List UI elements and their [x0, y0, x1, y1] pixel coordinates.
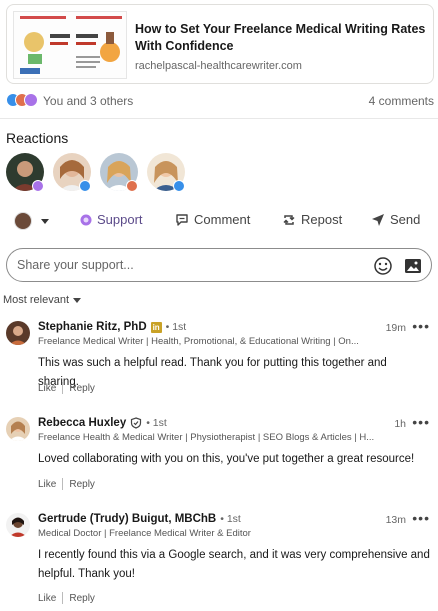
article-domain: rachelpascal-healthcarewriter.com — [135, 60, 302, 72]
reactions-heading: Reactions — [6, 130, 69, 146]
comment-actions: Like Reply — [38, 478, 95, 490]
comment-timestamp: 19m — [385, 322, 406, 334]
article-thumbnail — [13, 11, 127, 79]
avatar[interactable] — [6, 321, 30, 345]
sort-label: Most relevant — [3, 294, 70, 306]
reply-button[interactable]: Reply — [69, 383, 95, 394]
send-button[interactable]: Send — [371, 212, 420, 227]
comment-label: Comment — [194, 212, 251, 227]
image-icon[interactable] — [403, 256, 423, 276]
comment-actions: Like Reply — [38, 592, 95, 604]
comment-timestamp: 13m — [385, 514, 406, 526]
chevron-down-icon — [73, 297, 82, 303]
action-bar: Support Comment Repost Send — [0, 208, 438, 236]
like-reaction-icon — [79, 180, 91, 192]
like-reaction-icon — [173, 180, 185, 192]
divider — [62, 592, 64, 604]
love-reaction-icon — [126, 180, 138, 192]
commenter-headline: Freelance Health & Medical Writer | Phys… — [38, 432, 375, 443]
reaction-icons-stack[interactable] — [6, 93, 40, 109]
divider — [62, 382, 64, 394]
commenter-name[interactable]: Rebecca Huxley • 1st — [38, 417, 167, 429]
support-label: Support — [97, 212, 143, 227]
connection-degree: • 1st — [220, 513, 241, 525]
send-label: Send — [390, 212, 421, 227]
comment-input[interactable] — [17, 255, 357, 275]
linkedin-in-icon: in — [150, 321, 162, 333]
more-options-icon[interactable]: ••• — [412, 414, 430, 430]
support-reaction-icon — [24, 93, 38, 107]
send-icon — [372, 213, 384, 226]
more-options-icon[interactable]: ••• — [412, 510, 430, 526]
connection-degree: • 1st — [165, 321, 187, 333]
social-counts-row: You and 3 others 4 comments — [6, 92, 434, 110]
link-preview-card[interactable]: How to Set Your Freelance Medical Writin… — [6, 4, 434, 84]
like-button[interactable]: Like — [38, 593, 56, 604]
comments-count[interactable]: 4 comments — [369, 94, 434, 108]
repost-button[interactable]: Repost — [282, 212, 342, 227]
comment-text: I recently found this via a Google searc… — [38, 549, 430, 580]
divider — [62, 478, 64, 490]
reply-button[interactable]: Reply — [69, 479, 95, 490]
comment-sort-dropdown[interactable]: Most relevant — [3, 294, 82, 306]
comment-button[interactable]: Comment — [175, 212, 250, 227]
support-button[interactable]: Support — [80, 212, 143, 227]
emoji-icon[interactable] — [373, 256, 393, 276]
repost-icon — [283, 214, 295, 225]
more-options-icon[interactable]: ••• — [412, 318, 430, 334]
connection-degree: • 1st — [146, 417, 167, 429]
comment-item: Rebecca Huxley • 1st Freelance Health & … — [0, 414, 438, 497]
reply-button[interactable]: Reply — [69, 593, 95, 604]
article-title[interactable]: How to Set Your Freelance Medical Writin… — [135, 21, 430, 55]
reactors-summary[interactable]: You and 3 others — [43, 94, 133, 108]
reactor-avatars — [6, 153, 206, 195]
support-reaction-icon — [32, 180, 44, 192]
commenter-headline: Freelance Medical Writer | Health, Promo… — [38, 336, 359, 347]
support-icon — [80, 214, 92, 225]
comment-item: Gertrude (Trudy) Buigut, MBChB • 1st Med… — [0, 510, 438, 611]
comment-item: Stephanie Ritz, PhD in • 1st Freelance M… — [0, 318, 438, 401]
comment-compose-box — [6, 248, 432, 282]
avatar — [14, 212, 32, 230]
like-button[interactable]: Like — [38, 479, 56, 490]
commenter-name[interactable]: Gertrude (Trudy) Buigut, MBChB • 1st — [38, 513, 241, 525]
comment-text: This was such a helpful read. Thank you … — [38, 357, 387, 388]
comment-actions: Like Reply — [38, 382, 95, 394]
comment-text: Loved collaborating with you on this, yo… — [38, 453, 415, 465]
like-button[interactable]: Like — [38, 383, 56, 394]
commenter-headline: Medical Doctor | Freelance Medical Write… — [38, 528, 251, 539]
repost-label: Repost — [301, 212, 343, 227]
commenter-name[interactable]: Stephanie Ritz, PhD in • 1st — [38, 321, 186, 333]
comment-icon — [176, 213, 188, 226]
avatar[interactable] — [6, 513, 30, 537]
avatar[interactable] — [6, 417, 30, 441]
divider — [0, 118, 438, 119]
comment-timestamp: 1h — [394, 418, 406, 430]
actor-switcher-button[interactable] — [14, 212, 49, 230]
chevron-down-icon — [41, 218, 49, 224]
verified-shield-icon — [131, 417, 142, 429]
